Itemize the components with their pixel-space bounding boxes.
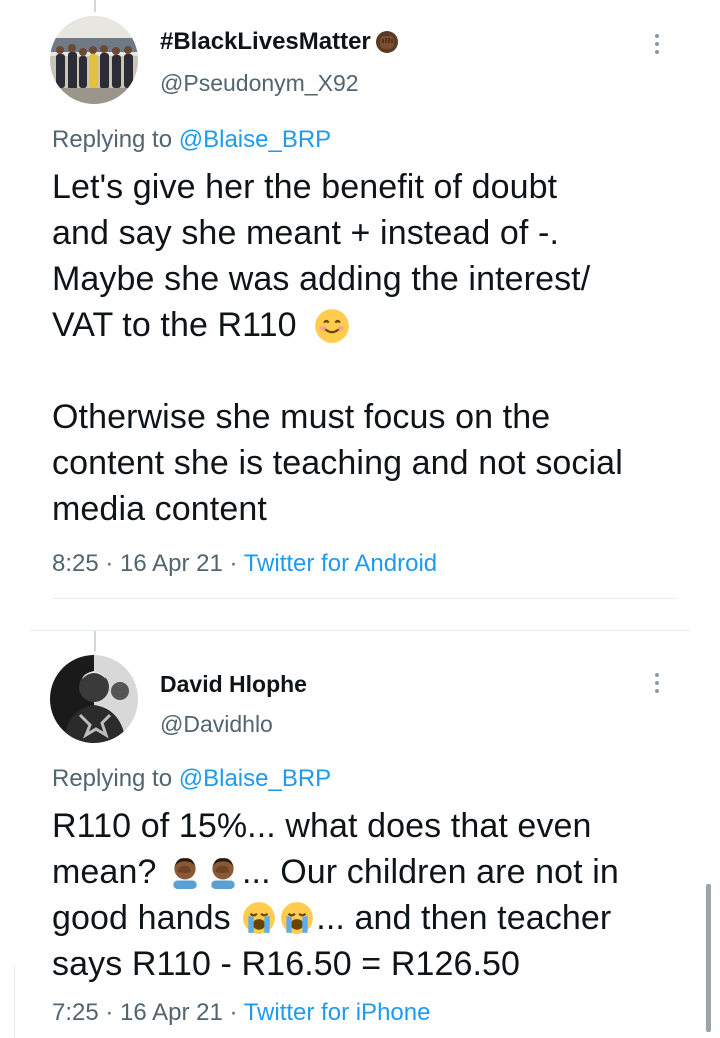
tweet-text: Let's give her the benefit of doubt and … <box>52 164 692 532</box>
more-options-icon[interactable] <box>652 34 662 54</box>
mention-link[interactable]: @Blaise_BRP <box>179 765 331 792</box>
tweet-text: R110 of 15%... what does that even mean?… <box>52 803 692 987</box>
display-name-text: David Hlophe <box>160 671 307 697</box>
separator: · <box>222 550 244 577</box>
tweet-line: Let's give her the benefit of doubt <box>52 168 558 206</box>
facepalm-emoji <box>211 858 235 889</box>
raised-fist-emoji <box>375 31 398 53</box>
avatar[interactable] <box>50 655 138 743</box>
edge-decoration <box>0 966 15 1038</box>
tweet-date[interactable]: 16 Apr 21 <box>120 999 223 1026</box>
tweet-meta: 7:25 · 16 Apr 21 · Twitter for iPhone <box>52 999 430 1027</box>
tweet-time[interactable]: 8:25 <box>52 550 99 577</box>
tweet-line: and say she meant + instead of -. <box>52 214 559 252</box>
divider <box>52 598 677 599</box>
tweet-line: content she is teaching and not social <box>52 444 623 482</box>
mention-link[interactable]: @Blaise_BRP <box>179 126 331 153</box>
display-name[interactable]: #BlackLivesMatter <box>160 28 399 56</box>
tweet-source[interactable]: Twitter for Android <box>244 550 437 577</box>
tweet-1[interactable]: #BlackLivesMatter @Pseudonym_X92 Replyin… <box>0 0 720 610</box>
loudly-crying-emoji <box>243 902 276 934</box>
tweet-2[interactable]: David Hlophe @Davidhlo Replying to @Blai… <box>0 631 720 1038</box>
tweet-line: good hands ... and then teacher <box>52 899 612 937</box>
facepalm-emoji <box>173 858 197 889</box>
tweet-line: R110 of 15%... what does that even <box>52 807 592 845</box>
replying-to: Replying to @Blaise_BRP <box>52 126 331 154</box>
tweet-line: mean? ... Our children are not in <box>52 853 619 891</box>
handle[interactable]: @Davidhlo <box>160 711 273 738</box>
tweet-line: Maybe she was adding the interest/ <box>52 260 591 298</box>
replying-to-prefix: Replying to <box>52 765 179 792</box>
separator: · <box>222 999 244 1026</box>
display-name[interactable]: David Hlophe <box>160 671 307 698</box>
smiling-face-emoji <box>315 309 350 343</box>
tweet-line: media content <box>52 490 267 528</box>
avatar[interactable] <box>50 16 138 104</box>
tweet-line: VAT to the R110 <box>52 302 692 348</box>
display-name-text: #BlackLivesMatter <box>160 28 371 55</box>
tweet-meta: 8:25 · 16 Apr 21 · Twitter for Android <box>52 550 437 578</box>
tweet-line: Otherwise she must focus on the <box>52 398 551 436</box>
scrollbar[interactable] <box>706 884 711 1032</box>
tweet-date[interactable]: 16 Apr 21 <box>120 550 223 577</box>
separator: · <box>98 550 121 577</box>
replying-to: Replying to @Blaise_BRP <box>52 765 331 793</box>
more-options-icon[interactable] <box>652 673 662 693</box>
tweet-line: says R110 - R16.50 = R126.50 <box>52 945 521 983</box>
tweet-source[interactable]: Twitter for iPhone <box>244 999 431 1026</box>
thread-line <box>94 631 96 651</box>
loudly-crying-emoji <box>281 902 314 934</box>
tweet-time[interactable]: 7:25 <box>52 999 99 1026</box>
thread-line <box>94 0 96 12</box>
handle[interactable]: @Pseudonym_X92 <box>160 70 359 97</box>
replying-to-prefix: Replying to <box>52 126 179 153</box>
separator: · <box>98 999 121 1026</box>
